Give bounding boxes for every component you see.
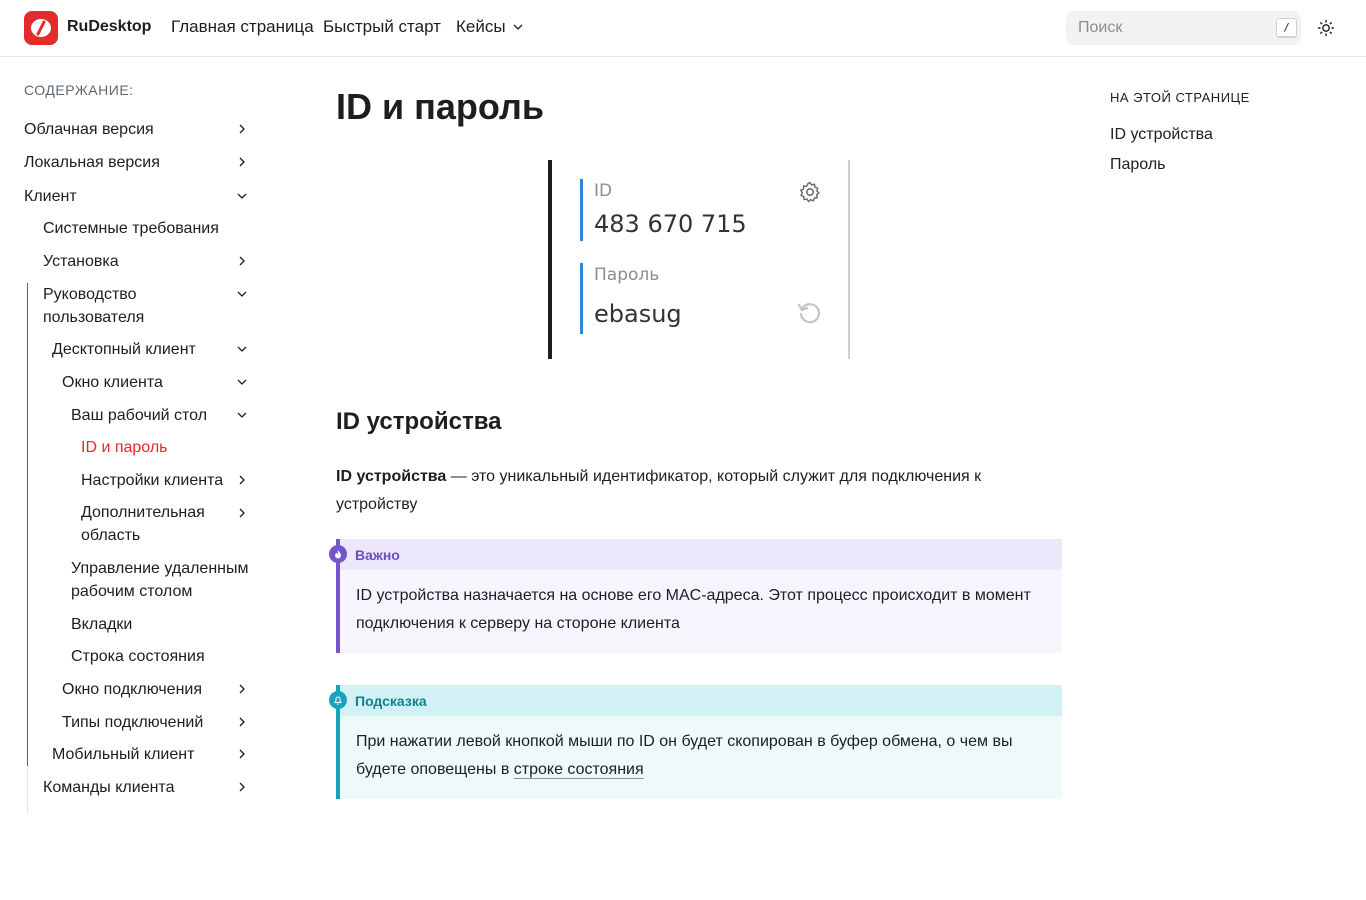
sidebar-item-user-guide-line2[interactable]: пользователя: [43, 306, 144, 329]
chevron-down-icon[interactable]: [235, 408, 249, 422]
sidebar-title: СОДЕРЖАНИЕ:: [24, 82, 134, 98]
chevron-right-icon[interactable]: [235, 254, 249, 268]
chevron-right-icon[interactable]: [235, 780, 249, 794]
sidebar-item-extra-area-line2[interactable]: область: [81, 524, 140, 547]
status-bar-link[interactable]: строке состояния: [514, 761, 644, 778]
important-callout-title: Важно: [336, 539, 1062, 570]
screenshot-id-label: ID: [594, 181, 613, 201]
chevron-right-icon[interactable]: [235, 122, 249, 136]
screenshot-password-label: Пароль: [594, 265, 660, 285]
sidebar-item-cloud[interactable]: Облачная версия: [24, 118, 154, 141]
nav-cases-label: Кейсы: [456, 17, 506, 36]
page-title: ID и пароль: [336, 86, 544, 127]
sidebar-item-client-window[interactable]: Окно клиента: [62, 371, 163, 394]
tip-callout-title: Подсказка: [336, 685, 1062, 716]
sidebar-item-connection-types[interactable]: Типы подключений: [62, 711, 203, 734]
screenshot-password-value: ebasug: [594, 300, 682, 328]
brand-name[interactable]: RuDesktop: [67, 18, 151, 36]
sidebar-active-guide-line: [27, 283, 28, 766]
refresh-icon: [797, 303, 821, 324]
toc-item-device-id[interactable]: ID устройства: [1110, 126, 1213, 144]
docs-sidebar: СОДЕРЖАНИЕ: Облачная версия Локальная ве…: [0, 57, 280, 900]
sidebar-item-desktop-client[interactable]: Десктопный клиент: [52, 338, 196, 361]
gear-icon: [800, 181, 820, 203]
intro-bold-term: ID устройства: [336, 468, 447, 485]
screenshot-left-border: [548, 160, 552, 359]
sidebar-item-install[interactable]: Установка: [43, 250, 119, 273]
nav-quick-start-link[interactable]: Быстрый старт: [323, 17, 441, 37]
chevron-right-icon[interactable]: [235, 682, 249, 696]
nav-cases-dropdown[interactable]: Кейсы: [456, 17, 524, 37]
intro-paragraph: ID устройства — это уникальный идентифик…: [336, 463, 1056, 519]
sun-icon[interactable]: [1316, 18, 1336, 38]
chevron-down-icon[interactable]: [235, 189, 249, 203]
password-accent-bar: [580, 263, 583, 334]
chevron-right-icon[interactable]: [235, 506, 249, 520]
id-accent-bar: [580, 179, 583, 241]
top-navbar: RuDesktop Главная страница Быстрый старт…: [0, 0, 1366, 57]
sidebar-item-client[interactable]: Клиент: [24, 185, 77, 208]
fire-icon: [329, 545, 347, 563]
sidebar-item-client-commands[interactable]: Команды клиента: [43, 776, 174, 799]
sidebar-item-remote-mgmt-line2[interactable]: рабочим столом: [71, 580, 192, 603]
sidebar-item-extra-area-line1[interactable]: Дополнительная: [81, 501, 205, 524]
important-callout-text: ID устройства назначается на основе его …: [356, 587, 1031, 632]
chevron-down-icon[interactable]: [235, 342, 249, 356]
bell-icon: [329, 691, 347, 709]
sidebar-guide-line: [27, 766, 28, 814]
chevron-down-icon: [513, 24, 523, 30]
nav-home-link[interactable]: Главная страница: [171, 17, 314, 37]
sidebar-item-remote-mgmt-line1[interactable]: Управление удаленным: [71, 557, 249, 580]
chevron-down-icon[interactable]: [235, 287, 249, 301]
sidebar-item-status-bar[interactable]: Строка состояния: [71, 645, 205, 668]
sidebar-item-local[interactable]: Локальная версия: [24, 151, 160, 174]
sidebar-item-client-settings[interactable]: Настройки клиента: [81, 469, 223, 492]
sidebar-item-system-requirements[interactable]: Системные требования: [43, 217, 219, 240]
tip-callout: Подсказка При нажатии левой кнопкой мыши…: [329, 685, 1062, 799]
chevron-right-icon[interactable]: [235, 747, 249, 761]
tip-callout-body: При нажатии левой кнопкой мыши по ID он …: [336, 716, 1062, 797]
toc-title: НА ЭТОЙ СТРАНИЦЕ: [1110, 90, 1250, 105]
sidebar-item-tabs[interactable]: Вкладки: [71, 613, 132, 636]
important-callout: Важно ID устройства назначается на основ…: [329, 539, 1062, 653]
tip-callout-text: При нажатии левой кнопкой мыши по ID он …: [356, 733, 1013, 778]
sidebar-item-user-guide-line1[interactable]: Руководство: [43, 283, 137, 306]
screenshot-id-value: 483 670 715: [594, 210, 747, 238]
chevron-down-icon[interactable]: [235, 375, 249, 389]
search-box[interactable]: /: [1066, 11, 1301, 45]
sidebar-item-connection-window[interactable]: Окно подключения: [62, 678, 202, 701]
chevron-right-icon[interactable]: [235, 155, 249, 169]
search-shortcut-key: /: [1276, 18, 1297, 38]
chevron-right-icon[interactable]: [235, 715, 249, 729]
toc-item-password[interactable]: Пароль: [1110, 156, 1166, 174]
sidebar-item-mobile-client[interactable]: Мобильный клиент: [52, 743, 194, 766]
id-password-screenshot: ID 483 670 715 Пароль ebasug: [548, 160, 850, 359]
chevron-right-icon[interactable]: [235, 473, 249, 487]
rudesktop-logo-icon[interactable]: [24, 11, 58, 45]
section-title-device-id: ID устройства: [336, 408, 502, 435]
sidebar-item-id-password[interactable]: ID и пароль: [81, 436, 168, 459]
sidebar-item-your-desktop[interactable]: Ваш рабочий стол: [71, 404, 207, 427]
search-input[interactable]: [1066, 11, 1301, 45]
screenshot-right-border: [848, 160, 850, 359]
